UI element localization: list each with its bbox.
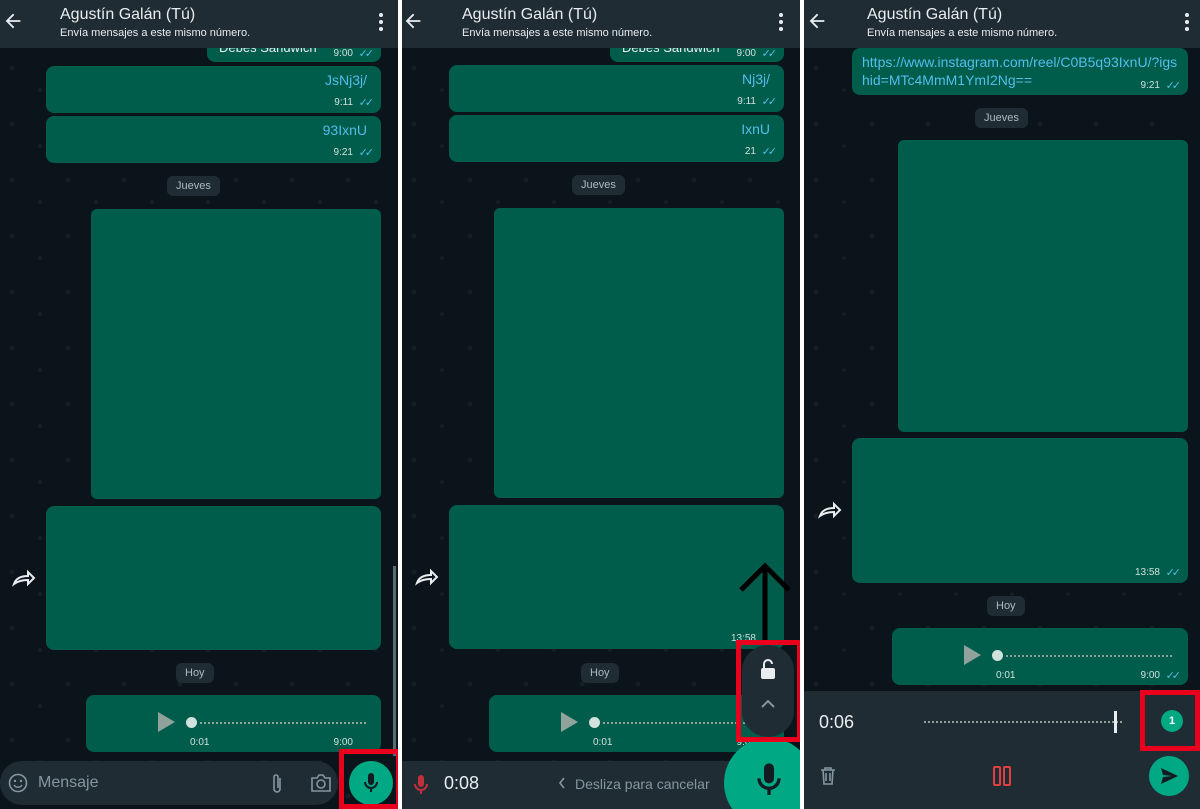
contact-name[interactable]: Agustín Galán (Tú)	[60, 6, 195, 24]
mic-icon	[757, 763, 781, 795]
panel-divider	[800, 0, 804, 809]
message-time: 9:21	[1140, 80, 1160, 91]
contact-subtitle: Envía mensajes a este mismo número.	[60, 27, 251, 39]
panel-locked-recording: Agustín Galán (Tú) Envía mensajes a este…	[804, 0, 1200, 809]
back-arrow-icon[interactable]	[402, 10, 424, 32]
date-chip: Jueves	[572, 175, 625, 195]
play-icon[interactable]	[964, 645, 981, 665]
audio-duration: 0:01	[593, 737, 613, 748]
contact-subtitle: Envía mensajes a este mismo número.	[462, 27, 653, 39]
chevron-left-icon	[558, 777, 565, 789]
forward-icon[interactable]	[415, 568, 439, 586]
message-time: 9:11	[334, 97, 353, 108]
mic-icon	[414, 775, 428, 794]
message-time: 9:00	[333, 737, 353, 748]
emoji-icon[interactable]	[8, 773, 28, 793]
more-options-icon[interactable]	[378, 12, 384, 32]
message-time: 9:00	[1140, 670, 1160, 681]
chat-header: Agustín Galán (Tú) Envía mensajes a este…	[402, 0, 800, 48]
audio-waveform[interactable]	[1006, 655, 1174, 657]
recording-waveform	[924, 721, 1124, 723]
double-check-icon: ✓✓	[1165, 670, 1182, 682]
message-input-bar[interactable]: Mensaje	[0, 761, 338, 805]
pause-icon[interactable]	[992, 766, 1012, 786]
contact-name[interactable]: Agustín Galán (Tú)	[462, 6, 597, 24]
message-time: 21	[744, 146, 756, 157]
media-message[interactable]	[898, 140, 1188, 432]
more-options-icon[interactable]	[778, 12, 784, 32]
send-icon	[1161, 768, 1178, 784]
audio-duration: 0:01	[996, 670, 1016, 681]
message-input[interactable]: Mensaje	[38, 774, 98, 792]
send-button[interactable]	[1149, 756, 1189, 796]
double-check-icon: ✓✓	[761, 96, 778, 108]
double-check-icon: ✓✓	[358, 147, 375, 159]
message-time: 9:00	[736, 48, 756, 59]
message-bubble[interactable]: IxnU 21 ✓✓	[449, 115, 784, 162]
audio-message[interactable]: 0:01 9:00	[86, 695, 381, 752]
highlight-box	[339, 749, 398, 809]
chat-header: Agustín Galán (Tú) Envía mensajes a este…	[804, 0, 1200, 48]
media-message[interactable]	[91, 209, 381, 499]
recording-timer: 0:06	[819, 712, 855, 732]
delete-icon[interactable]	[820, 767, 836, 785]
recording-timer: 0:08	[444, 773, 480, 793]
more-options-icon[interactable]	[1184, 12, 1190, 32]
chat-header: Agustín Galán (Tú) Envía mensajes a este…	[0, 0, 398, 48]
camera-icon[interactable]	[310, 773, 332, 793]
audio-progress-dot[interactable]	[992, 650, 1003, 661]
message-time: 9:21	[333, 147, 353, 158]
message-bubble[interactable]: JsNj3j/ 9:11 ✓✓	[46, 66, 381, 113]
media-message[interactable]: 13:58 ✓✓	[852, 438, 1188, 583]
double-check-icon: ✓✓	[358, 48, 375, 60]
message-time: 9:11	[737, 96, 756, 107]
message-link-text[interactable]: https://www.instagram.com/reel/C0B5q93Ix…	[862, 53, 1180, 89]
audio-message[interactable]: 0:01 9:00 ✓✓	[892, 628, 1188, 685]
panel-recording: Agustín Galán (Tú) Envía mensajes a este…	[402, 0, 800, 809]
contact-name[interactable]: Agustín Galán (Tú)	[867, 6, 1002, 24]
message-time: 9:00	[333, 48, 353, 59]
double-check-icon: ✓✓	[1165, 80, 1182, 92]
link-message[interactable]: https://www.instagram.com/reel/C0B5q93Ix…	[852, 48, 1188, 95]
message-link-text[interactable]: Nj3j/	[742, 71, 770, 87]
date-chip: Hoy	[176, 663, 214, 683]
double-check-icon: ✓✓	[761, 146, 778, 158]
media-message[interactable]	[494, 208, 784, 498]
message-link-text[interactable]: 93IxnU	[323, 122, 367, 138]
audio-duration: 0:01	[190, 737, 210, 748]
date-chip: Jueves	[167, 176, 220, 196]
recording-cursor	[1114, 711, 1117, 733]
double-check-icon: ✓✓	[358, 97, 375, 109]
attach-icon[interactable]	[270, 773, 284, 795]
forward-icon[interactable]	[12, 569, 36, 587]
play-icon[interactable]	[561, 712, 578, 732]
audio-waveform[interactable]	[200, 722, 368, 724]
date-chip: Jueves	[975, 108, 1028, 128]
message-link-text[interactable]: JsNj3j/	[325, 72, 367, 88]
message-time: 13:58	[1134, 567, 1160, 578]
arrow-up-icon	[739, 562, 791, 640]
double-check-icon: ✓✓	[761, 48, 778, 60]
date-chip: Hoy	[987, 596, 1025, 616]
play-icon[interactable]	[158, 712, 175, 732]
forward-icon[interactable]	[818, 501, 842, 519]
back-arrow-icon[interactable]	[806, 10, 828, 32]
date-chip: Hoy	[581, 663, 619, 683]
media-message[interactable]	[46, 506, 381, 650]
audio-progress-dot[interactable]	[589, 717, 600, 728]
message-bubble[interactable]: 93IxnU 9:21 ✓✓	[46, 116, 381, 163]
audio-progress-dot[interactable]	[186, 717, 197, 728]
panel-initial: Agustín Galán (Tú) Envía mensajes a este…	[0, 0, 398, 809]
media-message[interactable]: 13:58	[449, 505, 784, 649]
message-link-text[interactable]: IxnU	[741, 121, 770, 137]
double-check-icon: ✓✓	[1165, 567, 1182, 579]
contact-subtitle: Envía mensajes a este mismo número.	[867, 27, 1058, 39]
message-bubble[interactable]: Nj3j/ 9:11 ✓✓	[449, 65, 784, 112]
highlight-box	[736, 640, 800, 742]
back-arrow-icon[interactable]	[2, 10, 24, 32]
highlight-box	[1140, 690, 1200, 751]
panel-divider	[398, 0, 402, 809]
scrollbar[interactable]	[393, 566, 396, 756]
slide-to-cancel[interactable]: Desliza para cancelar	[575, 776, 710, 792]
